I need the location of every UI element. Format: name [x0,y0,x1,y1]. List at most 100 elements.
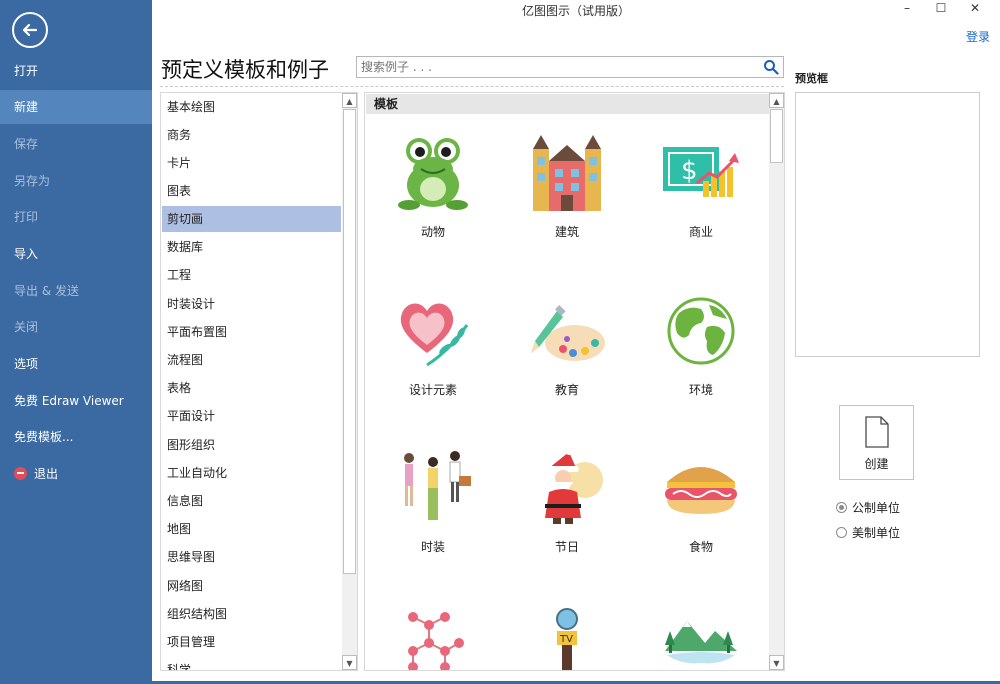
sidebar-item-exit[interactable]: 退出 [0,457,152,491]
category-item[interactable]: 信息图 [162,488,341,514]
page-title: 预定义模板和例子 [161,58,329,82]
svg-text:$: $ [681,156,698,186]
burger-icon [665,467,737,514]
sidebar-item-options[interactable]: 选项 [0,347,152,381]
category-item[interactable]: 项目管理 [162,629,341,655]
template-label: 建筑 [554,225,579,239]
template-label: 时装 [420,540,445,554]
gallery-scrollbar[interactable]: ▲ ▼ [769,93,784,670]
sidebar-item-save-as[interactable]: 另存为 [0,164,152,198]
tv-microphone-icon: TV [556,608,578,670]
template-label: 设计元素 [408,383,457,397]
search-input[interactable] [357,57,757,77]
sidebar-item-exit-label: 退出 [34,467,59,481]
category-item[interactable]: 卡片 [162,150,341,176]
sidebar-item-save[interactable]: 保存 [0,127,152,161]
sidebar-item-print[interactable]: 打印 [0,200,152,234]
category-item[interactable]: 流程图 [162,347,341,373]
sidebar-item-free-templates[interactable]: 免费模板... [0,420,152,454]
scroll-up-arrow-icon[interactable]: ▲ [769,93,784,108]
category-item[interactable]: 时装设计 [162,291,341,317]
divider [160,86,784,87]
login-link[interactable]: 登录 [966,28,990,45]
us-units-option[interactable]: 美制单位 [836,524,900,541]
category-item[interactable]: 网络图 [162,573,341,599]
category-item[interactable]: 平面布置图 [162,319,341,345]
scroll-thumb[interactable] [343,109,356,574]
category-item[interactable]: 商务 [162,122,341,148]
search-box [356,56,784,78]
template-tile-science[interactable] [373,605,493,670]
radio-checked-icon[interactable] [836,502,847,513]
mountain-icon [665,621,737,664]
window-controls: – ☐ ✕ [890,0,992,16]
palette-icon [531,305,605,361]
frog-icon [398,138,468,210]
category-item[interactable]: 思维导图 [162,544,341,570]
template-tile-fashion[interactable]: 时装 [373,448,493,555]
business-chart-icon: $ [663,147,739,197]
category-scrollbar[interactable]: ▲ ▼ [342,93,357,670]
template-gallery: 模板 动物 建筑 $ 商业 设计元素 教育 环境 时装 节日 食物 TV ▲ ▼ [364,92,785,671]
category-item[interactable]: 图形组织 [162,432,341,458]
close-button[interactable]: ✕ [958,0,992,16]
maximize-button[interactable]: ☐ [924,0,958,16]
category-item[interactable]: 工业自动化 [162,460,341,486]
svg-text:TV: TV [559,634,573,645]
sidebar-item-close[interactable]: 关闭 [0,310,152,344]
template-label: 节日 [554,540,579,554]
category-item[interactable]: 表格 [162,375,341,401]
template-tile-food[interactable]: 食物 [641,448,761,555]
category-item[interactable]: 数据库 [162,234,341,260]
exit-icon [14,467,27,480]
window-title: 亿图图示（试用版） [521,4,630,18]
metric-units-option[interactable]: 公制单位 [836,499,900,516]
santa-icon [545,449,603,524]
document-icon [864,416,889,448]
template-label: 商业 [688,225,713,239]
scroll-up-arrow-icon[interactable]: ▲ [342,93,357,108]
radio-unchecked-icon[interactable] [836,527,847,538]
search-icon[interactable] [763,59,779,75]
category-item[interactable]: 图表 [162,178,341,204]
template-label: 教育 [554,383,579,397]
us-units-label: 美制单位 [852,526,901,540]
preview-box [795,92,980,357]
scroll-thumb[interactable] [770,109,783,163]
sidebar: 打开 新建 保存 另存为 打印 导入 导出 & 发送 关闭 选项 免费 Edra… [0,0,152,684]
arrow-left-icon [22,23,38,37]
sidebar-item-export-send[interactable]: 导出 & 发送 [0,274,152,308]
sidebar-item-import[interactable]: 导入 [0,237,152,271]
back-button[interactable] [12,12,48,48]
sidebar-item-open[interactable]: 打开 [0,54,152,88]
template-tile-media[interactable]: TV [507,605,627,670]
minimize-button[interactable]: – [890,0,924,16]
globe-icon [667,297,735,365]
category-item[interactable]: 平面设计 [162,403,341,429]
preview-title: 预览框 [795,72,828,85]
category-item[interactable]: 科学 [162,657,341,670]
category-item[interactable]: 基本绘图 [162,94,341,120]
scroll-down-arrow-icon[interactable]: ▼ [342,655,357,670]
category-item[interactable]: 工程 [162,262,341,288]
category-item[interactable]: 地图 [162,516,341,542]
template-tile-business[interactable]: $ 商业 [641,133,761,240]
sidebar-item-edraw-viewer[interactable]: 免费 Edraw Viewer [0,384,152,418]
sidebar-item-new[interactable]: 新建 [0,90,152,124]
category-item[interactable]: 组织结构图 [162,601,341,627]
metric-units-label: 公制单位 [852,501,901,515]
template-tile-buildings[interactable]: 建筑 [507,133,627,240]
template-tile-festival[interactable]: 节日 [507,448,627,555]
category-list: 基本绘图 商务 卡片 图表 剪切画 数据库 工程 时装设计 平面布置图 流程图 … [160,92,358,671]
scroll-down-arrow-icon[interactable]: ▼ [769,655,784,670]
category-item-selected[interactable]: 剪切画 [162,206,341,232]
molecule-icon [408,612,464,670]
template-tile-education[interactable]: 教育 [507,291,627,398]
template-tile-animals[interactable]: 动物 [373,133,493,240]
create-button[interactable]: 创建 [839,405,914,480]
template-tile-design-elements[interactable]: 设计元素 [373,291,493,398]
template-label: 食物 [688,540,713,554]
gallery-header: 模板 [366,94,769,114]
template-tile-environment[interactable]: 环境 [641,291,761,398]
template-tile-landscape[interactable] [641,605,761,670]
